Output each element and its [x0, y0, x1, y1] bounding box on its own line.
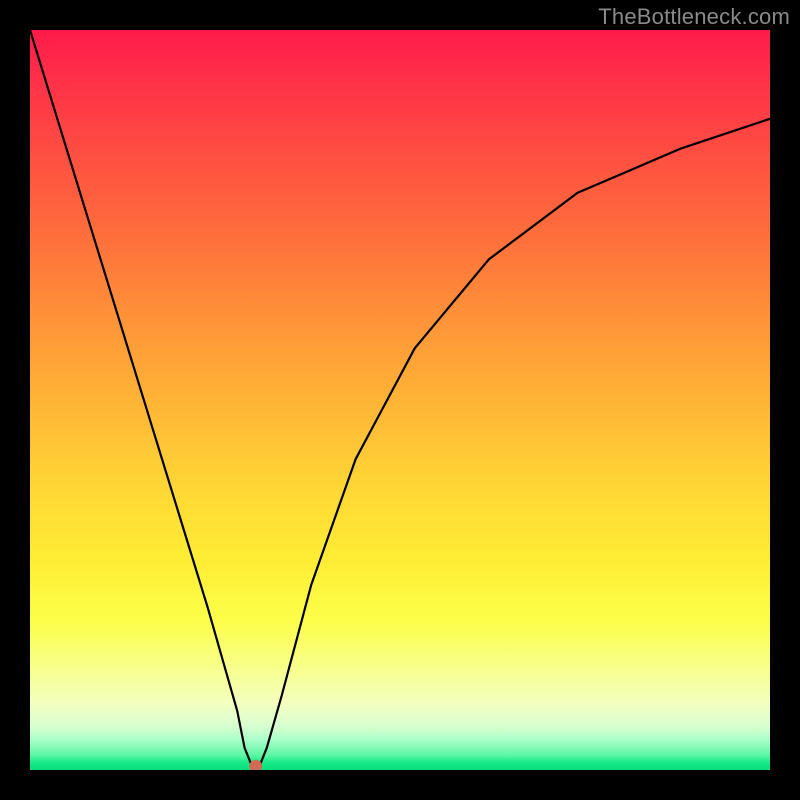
bottleneck-curve [30, 30, 770, 766]
plot-area [30, 30, 770, 770]
watermark-text: TheBottleneck.com [598, 4, 790, 30]
optimal-point-marker [250, 760, 262, 770]
curve-svg [30, 30, 770, 770]
chart-frame: TheBottleneck.com [0, 0, 800, 800]
